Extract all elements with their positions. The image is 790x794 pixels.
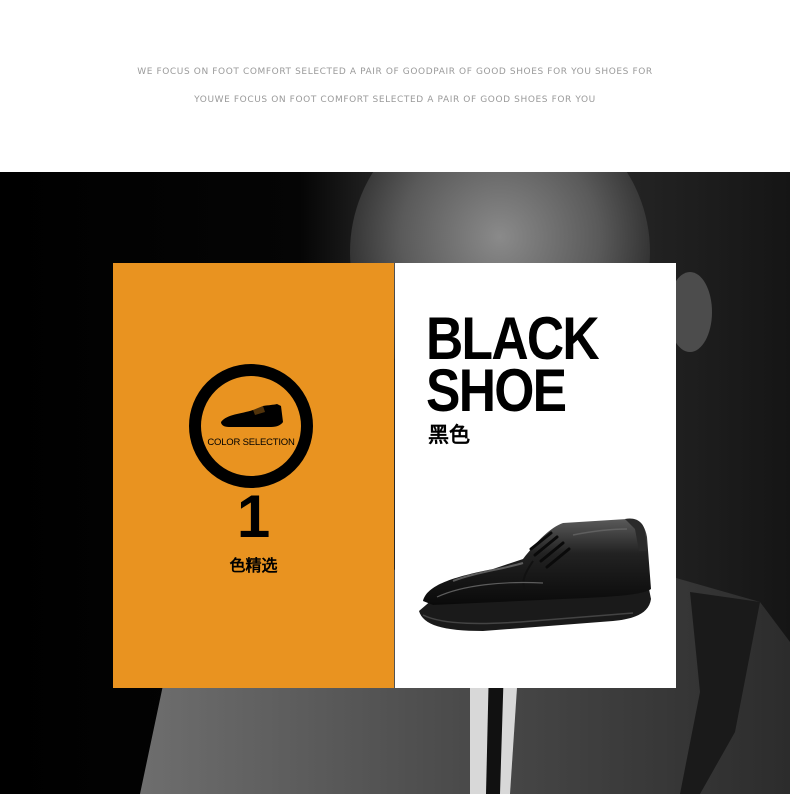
tagline-line-2: YOUWE FOCUS ON FOOT COMFORT SELECTED A P… [194, 95, 596, 105]
black-shoe-image [419, 518, 651, 631]
color-selection-card: COLOR SELECTION 1 色精选 [113, 263, 394, 688]
badge-label: COLOR SELECTION [207, 437, 295, 448]
product-card: BLACK SHOE 黑色 [395, 263, 676, 688]
color-count-label: 色精选 [229, 556, 278, 575]
tagline-line-1: WE FOCUS ON FOOT COMFORT SELECTED A PAIR… [137, 67, 653, 77]
product-color-name: 黑色 [428, 423, 470, 447]
color-count: 1 [236, 483, 271, 550]
product-title-line-2: SHOE [426, 357, 567, 424]
shoe-icon [221, 404, 283, 427]
